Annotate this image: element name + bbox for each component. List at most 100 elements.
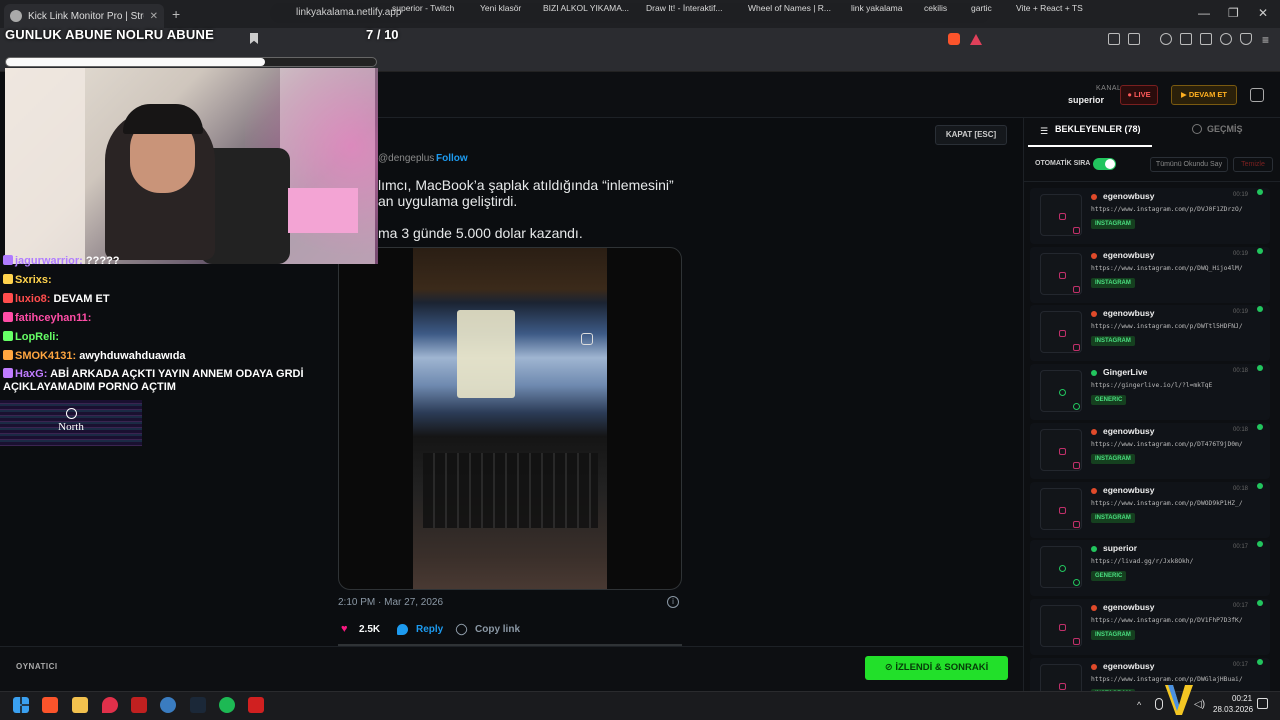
maximize-button[interactable]: ❐ — [1228, 6, 1239, 20]
bookmark-superior-twitch[interactable]: superior - Twitch — [392, 3, 454, 13]
bookmark-wheel-of-names[interactable]: Wheel of Names | R... — [748, 3, 831, 13]
watched-next-button[interactable]: ⊘ İZLENDİ & SONRAKİ — [865, 656, 1008, 680]
queue-item[interactable]: GingerLive 00:18 https://gingerlive.io/l/?… — [1030, 364, 1270, 421]
reply-icon[interactable] — [397, 624, 408, 635]
tray-chevron-icon[interactable]: ^ — [1137, 700, 1141, 710]
spotify-icon[interactable] — [219, 697, 235, 713]
bookmark-vite-react[interactable]: Vite + React + TS — [1016, 3, 1083, 13]
new-tab-button[interactable]: + — [172, 6, 180, 22]
queue-item[interactable]: egenowbusy 00:19 https://www.instagram.com… — [1030, 188, 1270, 244]
vpn-shield-icon[interactable] — [1240, 33, 1252, 45]
queue-url[interactable]: https://livad.gg/r/Jxk8Okh/ — [1091, 558, 1261, 565]
mark-all-read-button[interactable]: Tümünü Okundu Say — [1150, 157, 1228, 172]
menu-icon[interactable]: ≡ — [1262, 33, 1269, 47]
queue-username: egenowbusy — [1103, 660, 1155, 671]
queue-url[interactable]: https://www.instagram.com/p/DWOD9kP1HZ_/ — [1091, 500, 1261, 507]
notification-icon[interactable] — [1257, 698, 1268, 709]
clear-button[interactable]: Temizle — [1233, 157, 1273, 172]
queue-item[interactable]: egenowbusy 00:17 https://www.instagram.com… — [1030, 598, 1270, 655]
video-frame[interactable] — [413, 248, 607, 589]
platform-dot-icon — [1091, 663, 1097, 670]
heart-icon[interactable]: ♥ — [341, 624, 352, 635]
taskbar-date[interactable]: 28.03.2026 — [1213, 705, 1253, 714]
music-icon[interactable] — [1160, 33, 1172, 45]
live-button[interactable]: ● LIVE — [1120, 85, 1158, 105]
queue-url[interactable]: https://www.instagram.com/p/DV1FhP7D3fK/ — [1091, 617, 1261, 624]
bookmark-yeni-klasor[interactable]: Yeni klasör — [480, 3, 521, 13]
online-dot — [1257, 247, 1263, 254]
wallet-icon[interactable] — [1200, 33, 1212, 45]
queue-url[interactable]: https://gingerlive.io/l/?l=mkTqE — [1091, 382, 1261, 389]
shelf-left — [5, 68, 85, 264]
tab-bekleyenler[interactable]: BEKLEYENLER (78) — [1055, 124, 1141, 134]
minimize-button[interactable]: — — [1198, 6, 1210, 20]
instagram-small-icon — [1073, 227, 1080, 234]
queue-username: egenowbusy — [1103, 308, 1155, 319]
file-explorer-icon[interactable] — [72, 697, 88, 713]
volume-icon[interactable]: ◁) — [1194, 699, 1205, 710]
platform-tag: INSTAGRAM — [1091, 629, 1135, 640]
location-app-icon[interactable] — [102, 697, 118, 713]
queue-url[interactable]: https://www.instagram.com/p/DVJ0F1ZDrzO/ — [1091, 206, 1261, 213]
tweet-timestamp[interactable]: 2:10 PM · Mar 27, 2026 — [338, 597, 443, 608]
close-window-button[interactable]: ✕ — [1258, 6, 1268, 20]
queue-item[interactable]: egenowbusy 00:18 https://www.instagram.com… — [1030, 481, 1270, 538]
steam-icon[interactable] — [190, 697, 206, 713]
close-viewer-button[interactable]: KAPAT [ESC] — [935, 125, 1007, 145]
queue-item[interactable]: egenowbusy 00:19 https://www.instagram.com… — [1030, 305, 1270, 362]
instagram-thumb-icon — [1040, 252, 1082, 295]
bookmark-cekilis[interactable]: cekilis — [924, 3, 947, 13]
brave-shield-icon[interactable] — [948, 33, 960, 45]
copy-link-button[interactable]: Copy link — [475, 624, 520, 635]
instagram-icon — [1059, 682, 1066, 690]
queue-item[interactable]: egenowbusy 00:19 https://www.instagram.com… — [1030, 246, 1270, 303]
chat-badge-icon — [3, 293, 13, 303]
instagram-small-icon — [1073, 461, 1080, 469]
voicemod-icon[interactable] — [248, 697, 264, 713]
browser-tab[interactable]: Kick Link Monitor Pro | Stream ✕ — [4, 4, 164, 28]
queue-item[interactable]: egenowbusy 00:18 https://www.instagram.com… — [1030, 422, 1270, 479]
mic-icon[interactable] — [1155, 698, 1163, 710]
red-app-icon[interactable] — [131, 697, 147, 713]
like-count[interactable]: 2.5K — [359, 624, 380, 635]
extensions-icon[interactable] — [1108, 33, 1120, 45]
close-tab-icon[interactable]: ✕ — [150, 11, 158, 22]
devam-et-button[interactable]: ▶ DEVAM ET — [1171, 85, 1237, 105]
north-banner: North — [0, 400, 142, 446]
external-link-icon[interactable] — [1250, 88, 1264, 102]
queue-url[interactable]: https://www.instagram.com/p/DT476T9jD0m/ — [1091, 441, 1261, 448]
laptop-screen-window — [457, 310, 515, 398]
blue-app-icon[interactable] — [160, 697, 176, 713]
bookmark-gartic[interactable]: gartic — [971, 3, 992, 13]
queue-username: egenowbusy — [1103, 601, 1155, 612]
sidebar-toggle-icon[interactable] — [1180, 33, 1192, 45]
queue-url[interactable]: https://www.instagram.com/p/DWTtl5HDFNJ/ — [1091, 323, 1261, 330]
reply-button[interactable]: Reply — [416, 624, 443, 635]
brave-rewards-icon[interactable] — [970, 34, 982, 45]
chat-badge-icon — [3, 368, 13, 378]
queue-username: egenowbusy — [1103, 191, 1155, 201]
instagram-icon — [1059, 447, 1066, 455]
queue-url[interactable]: https://www.instagram.com/p/DWQ_Hijo4lM/ — [1091, 265, 1261, 272]
queue-time: 00:18 — [1233, 368, 1249, 375]
info-icon[interactable]: i — [667, 596, 679, 608]
tab-gecmis[interactable]: GEÇMİŞ — [1207, 124, 1243, 134]
auto-queue-toggle[interactable] — [1093, 158, 1116, 170]
chat-message: HaxG: ABİ ARKADA AÇKTI YAYIN ANNEM ODAYA… — [3, 368, 313, 394]
auto-queue-label: OTOMATİK SIRA — [1035, 160, 1091, 167]
link-small-icon — [1073, 579, 1080, 587]
instagram-icon — [1059, 330, 1066, 338]
screenshot-icon[interactable] — [1128, 33, 1140, 45]
list-icon: ☰ — [1040, 126, 1049, 136]
crosshair-icon — [66, 408, 77, 419]
taskbar-time[interactable]: 00:21 — [1232, 694, 1252, 703]
bookmark-link-yakalama[interactable]: link yakalama — [851, 3, 903, 13]
tweet-video[interactable] — [338, 247, 682, 590]
queue-item[interactable]: superior 00:17 https://livad.gg/r/Jxk8Okh/… — [1030, 540, 1270, 597]
brave-taskbar-icon[interactable] — [42, 697, 58, 713]
follow-link[interactable]: Follow — [436, 153, 468, 164]
bookmark-draw-it[interactable]: Draw It! - İnteraktif... — [646, 3, 723, 13]
sub-goal-progress — [5, 57, 377, 67]
leo-ai-icon[interactable] — [1220, 33, 1232, 45]
bookmark-bizi-alkol[interactable]: BIZI ALKOL YIKAMA... — [543, 3, 629, 13]
